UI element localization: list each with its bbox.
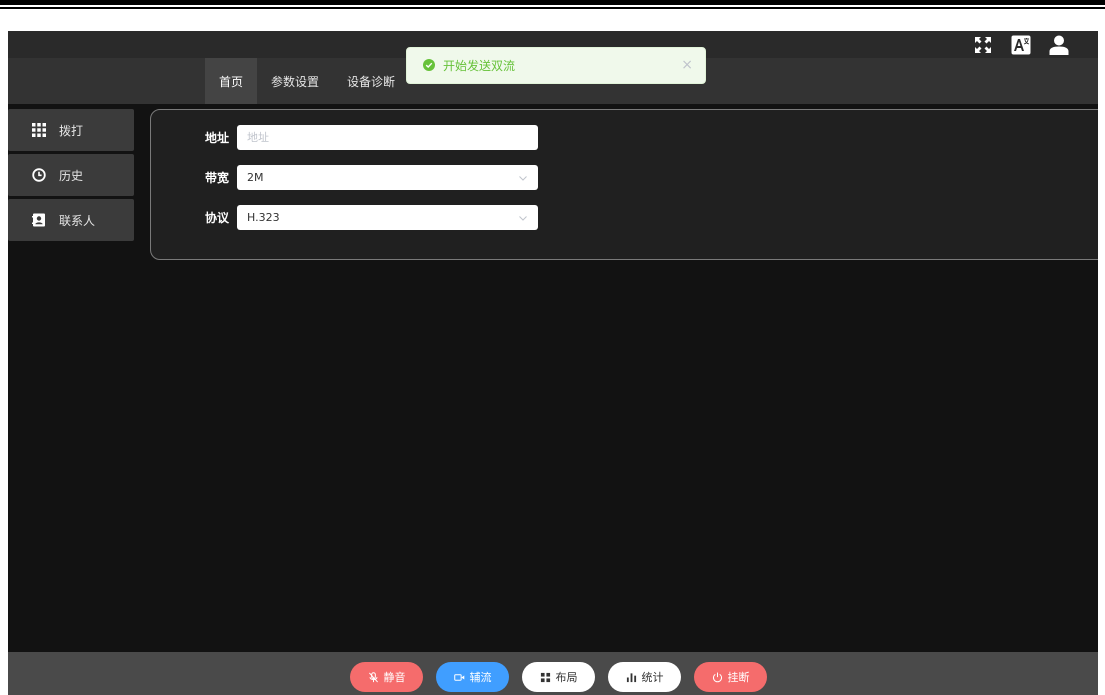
power-icon <box>712 672 722 682</box>
address-row: 地址 <box>151 125 538 150</box>
protocol-row: 协议 H.323 <box>151 205 538 230</box>
address-label: 地址 <box>204 131 229 145</box>
toast-close-icon[interactable]: × <box>681 58 693 72</box>
stats-label: 统计 <box>641 671 664 684</box>
hangup-button[interactable]: 挂断 <box>694 662 767 692</box>
tab-diagnostics[interactable]: 设备诊断 <box>333 58 409 104</box>
sidebar-item-label: 历史 <box>59 168 84 183</box>
dial-form-panel: 地址 带宽 2M 协议 H.323 <box>150 109 1098 260</box>
tab-settings[interactable]: 参数设置 <box>257 58 333 104</box>
bar-chart-icon <box>626 672 636 682</box>
document-rule-thin <box>0 7 1105 9</box>
bandwidth-value: 2M <box>247 171 264 184</box>
sidebar-item-label: 拨打 <box>59 123 84 138</box>
content-share-button[interactable]: 辅流 <box>436 662 509 692</box>
dialpad-icon <box>32 123 46 137</box>
toast-message: 开始发送双流 <box>443 59 516 73</box>
chevron-down-icon <box>519 175 527 181</box>
bandwidth-label: 带宽 <box>204 171 229 185</box>
hangup-label: 挂断 <box>727 671 750 684</box>
sidebar-item-label: 联系人 <box>59 213 96 228</box>
sidebar-item-dial[interactable]: 拨打 <box>8 109 134 151</box>
protocol-value: H.323 <box>247 211 280 224</box>
chevron-down-icon <box>519 215 527 221</box>
sidebar-item-contacts[interactable]: 联系人 <box>8 199 134 241</box>
nav-tabs: 首页 参数设置 设备诊断 <box>205 58 409 104</box>
sidebar: 拨打 历史 联系人 <box>8 109 134 244</box>
document-rule-thick <box>0 0 1105 5</box>
contacts-icon <box>32 213 46 227</box>
check-circle-icon <box>423 59 435 71</box>
grid-icon <box>540 672 550 682</box>
video-icon <box>453 673 464 681</box>
mic-off-icon <box>368 671 378 682</box>
tab-home[interactable]: 首页 <box>205 58 258 104</box>
call-controls-bar: 静音 辅流 布局 统计 挂断 <box>8 652 1098 695</box>
layout-button[interactable]: 布局 <box>522 662 595 692</box>
success-toast: 开始发送双流 × <box>406 47 706 84</box>
protocol-select[interactable]: H.323 <box>237 205 538 230</box>
sidebar-item-history[interactable]: 历史 <box>8 154 134 196</box>
mute-button[interactable]: 静音 <box>350 662 423 692</box>
app-window: 首页 参数设置 设备诊断 开始发送双流 × 拨打 历史 联系人 地址 地址 带宽… <box>8 31 1098 695</box>
mute-label: 静音 <box>383 671 406 684</box>
bandwidth-select[interactable]: 2M <box>237 165 538 190</box>
top-icons <box>972 31 1070 58</box>
translate-icon[interactable] <box>1010 34 1032 56</box>
layout-label: 布局 <box>555 671 578 684</box>
protocol-label: 协议 <box>204 211 229 225</box>
address-input[interactable] <box>247 131 528 144</box>
stats-button[interactable]: 统计 <box>608 662 681 692</box>
content-share-label: 辅流 <box>469 671 492 684</box>
user-icon[interactable] <box>1048 34 1070 56</box>
clock-icon <box>32 168 46 182</box>
bandwidth-row: 带宽 2M <box>151 165 538 190</box>
call-controls: 静音 辅流 布局 统计 挂断 <box>350 662 767 692</box>
fullscreen-icon[interactable] <box>972 34 994 56</box>
address-field[interactable] <box>237 125 538 150</box>
